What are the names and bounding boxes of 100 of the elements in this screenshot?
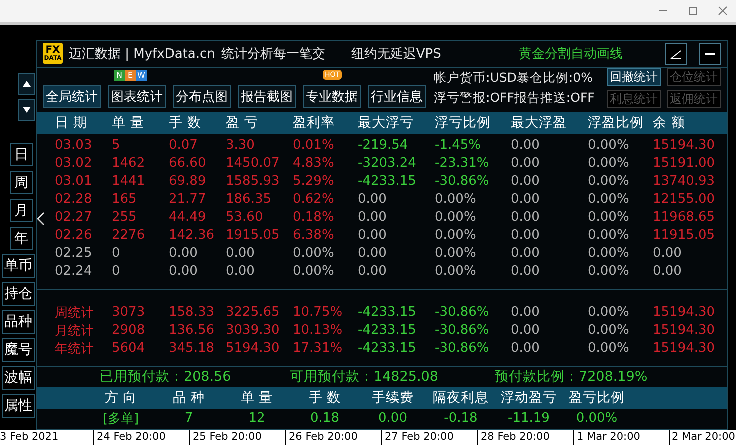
table-cell-text: 186.35 bbox=[226, 192, 272, 208]
table-cell-text: 0.00 bbox=[511, 174, 541, 190]
table-cell-text: -30.86% bbox=[435, 174, 490, 190]
table-cell-text: 02.28 bbox=[55, 192, 94, 208]
table-cell-text: 15191.00 bbox=[653, 156, 716, 172]
maximize-icon[interactable] bbox=[688, 6, 698, 16]
table-cell-text: -30.86% bbox=[435, 341, 490, 356]
table-cell-text: 5.29% bbox=[293, 174, 336, 190]
table-cell-text: 15194.30 bbox=[653, 305, 716, 320]
table-cell-text: 5194.30 bbox=[226, 341, 281, 356]
table-cell-text: 0.01% bbox=[293, 138, 336, 154]
toolbar-tab[interactable]: 分布点图 bbox=[173, 85, 231, 108]
axis-label: 28 Feb 20:00 bbox=[477, 430, 573, 445]
toolbar-tab[interactable]: 专业数据 bbox=[303, 85, 361, 108]
margin-stat: 可用预付款：14825.08 bbox=[290, 368, 440, 386]
table-cell-text: 0.07 bbox=[169, 138, 199, 154]
column-header: 手续费 bbox=[371, 388, 415, 407]
scroll-down-button[interactable] bbox=[18, 99, 35, 121]
table-cell-text: 0.00 bbox=[511, 246, 541, 262]
table-cell-text: 165 bbox=[112, 192, 138, 208]
table-cell-text: 69.89 bbox=[169, 174, 208, 190]
table-cell-text: 02.24 bbox=[55, 264, 94, 280]
column-header: 浮亏比例 bbox=[435, 114, 492, 132]
table-cell-text: 0.00 bbox=[358, 210, 388, 226]
toolbar-tab[interactable]: 报告截图 bbox=[238, 85, 296, 108]
close-icon[interactable] bbox=[718, 6, 728, 16]
collapse-button[interactable] bbox=[699, 42, 721, 65]
toolbar-tab[interactable]: 全局统计 bbox=[43, 85, 101, 108]
table-cell-text: 6.38% bbox=[293, 228, 336, 244]
table-cell-text: -4233.15 bbox=[358, 174, 418, 190]
table-cell-text: 02.25 bbox=[55, 246, 94, 262]
table-cell-text: 0.00 bbox=[653, 246, 683, 262]
table-cell-text: 0.00 bbox=[511, 228, 541, 244]
stats-button[interactable]: 回撤统计 bbox=[607, 68, 661, 86]
axis-label: 24 Feb 20:00 bbox=[93, 430, 189, 445]
filter-button[interactable]: 波幅 bbox=[2, 366, 35, 390]
table-cell-text: 5 bbox=[112, 138, 122, 154]
table-cell-text: 0 bbox=[112, 246, 122, 262]
table-cell-text: 0.00% bbox=[588, 246, 630, 262]
column-header: 品 种 bbox=[172, 388, 206, 407]
chevron-left-icon[interactable] bbox=[37, 212, 45, 226]
table-cell-text: -11.19 bbox=[507, 411, 551, 426]
column-header: 浮盈比例 bbox=[588, 114, 645, 132]
table-cell-text: 0.00 bbox=[511, 323, 541, 338]
column-header: 单 量 bbox=[112, 114, 146, 132]
table-cell-text: 0.00% bbox=[435, 210, 478, 226]
table-cell-text: 0.00 bbox=[378, 411, 408, 426]
promo-link[interactable]: 黄金分割自动画线 bbox=[519, 44, 623, 63]
table-cell-text: 0.00% bbox=[588, 192, 630, 208]
table-cell-text: 年统计 bbox=[55, 340, 95, 358]
toolbar-tab[interactable]: 行业信息 bbox=[368, 85, 426, 108]
table-cell-text: 03.03 bbox=[55, 138, 94, 154]
axis-label: 1 Mar 20:00 bbox=[573, 430, 669, 445]
table-cell-text: 0.00 bbox=[358, 264, 388, 280]
column-header: 手 数 bbox=[169, 114, 202, 132]
filter-button[interactable]: 单币 bbox=[2, 254, 35, 278]
table-cell-text: -3203.24 bbox=[358, 156, 418, 172]
filter-button[interactable]: 魔号 bbox=[2, 338, 35, 362]
table-cell-text: 0.00% bbox=[588, 210, 630, 226]
table-cell-text: 月统计 bbox=[55, 322, 95, 340]
period-button[interactable]: 月 bbox=[10, 199, 33, 222]
draw-line-button[interactable] bbox=[665, 42, 687, 65]
new-badge: N E W bbox=[114, 70, 147, 82]
toolbar-tab[interactable]: 图表统计 bbox=[108, 85, 166, 108]
column-header: 单 量 bbox=[240, 388, 274, 407]
table-cell-text: 0.00 bbox=[511, 210, 541, 226]
scroll-up-button[interactable] bbox=[18, 73, 35, 95]
table-cell-text: 44.49 bbox=[169, 210, 208, 226]
period-button[interactable]: 年 bbox=[10, 227, 33, 250]
table-cell-text: 0.00% bbox=[293, 264, 336, 280]
period-button[interactable]: 日 bbox=[10, 143, 33, 166]
table-cell-text: 0.00% bbox=[588, 323, 630, 338]
table-cell-text: 66.60 bbox=[169, 156, 208, 172]
table-cell-text: 0.00 bbox=[169, 264, 199, 280]
table-cell-text: 2908 bbox=[112, 323, 146, 338]
column-header: 最大浮亏 bbox=[358, 114, 415, 132]
table-cell-text: 53.60 bbox=[226, 210, 264, 226]
column-header: 日 期 bbox=[55, 114, 88, 132]
table-cell-text: 0.00 bbox=[511, 264, 541, 280]
column-header: 盈 亏 bbox=[226, 114, 260, 132]
vps-link[interactable]: 纽约无延迟VPS bbox=[351, 44, 442, 63]
table-cell-text: -4233.15 bbox=[358, 323, 418, 338]
period-button[interactable]: 周 bbox=[10, 171, 33, 194]
table-cell-text: -30.86% bbox=[435, 305, 490, 320]
table-cell-text: 345.18 bbox=[169, 341, 216, 356]
table-cell-text: 136.56 bbox=[169, 323, 216, 338]
column-header: 方 向 bbox=[104, 388, 138, 407]
margin-stat: 已用预付款：208.56 bbox=[100, 368, 232, 386]
filter-button[interactable]: 品种 bbox=[2, 310, 35, 334]
filter-button[interactable]: 持仓 bbox=[2, 282, 35, 306]
table-cell-text: 2276 bbox=[112, 228, 146, 244]
table-cell-text: 0.00% bbox=[435, 264, 478, 280]
table-cell-text: 15194.30 bbox=[653, 138, 716, 154]
table-cell-text: 1441 bbox=[112, 174, 146, 190]
margin-stat: 预付款比例：7208.19% bbox=[495, 368, 648, 386]
table-cell-text: 3225.65 bbox=[226, 305, 281, 320]
panel-title: 迈汇数据 | MyfxData.cn bbox=[69, 46, 216, 63]
filter-button[interactable]: 属性 bbox=[2, 394, 35, 418]
column-header: 余 额 bbox=[653, 114, 686, 132]
table-cell-text: 0.00% bbox=[588, 305, 630, 320]
